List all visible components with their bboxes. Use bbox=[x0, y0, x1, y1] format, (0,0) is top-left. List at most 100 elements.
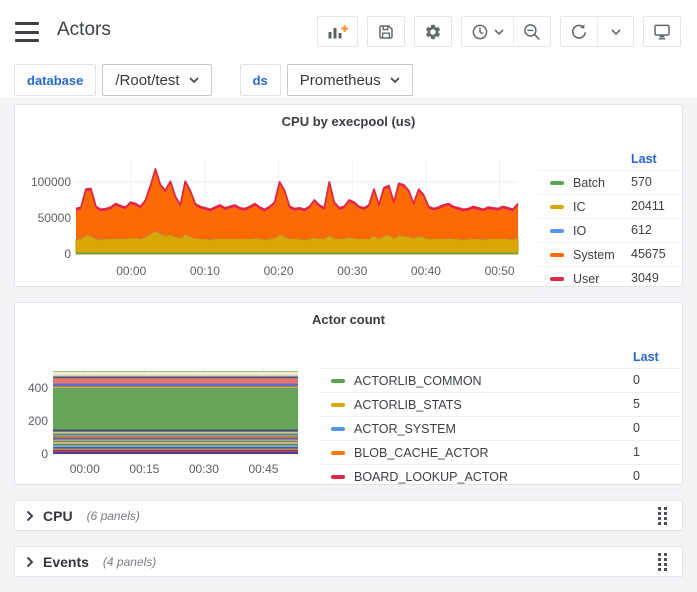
magnifier-minus-icon bbox=[523, 23, 541, 41]
variable-value-ds: Prometheus bbox=[300, 72, 381, 89]
dashboard-title: Actors bbox=[57, 19, 111, 41]
variable-label-ds: ds bbox=[240, 64, 281, 96]
row-drag-handle[interactable] bbox=[654, 549, 671, 575]
series-color-swatch bbox=[331, 427, 345, 431]
dashboard-row-cpu[interactable]: CPU (6 panels) bbox=[14, 500, 683, 531]
legend-row[interactable]: ACTORLIB_COMMON0 bbox=[319, 368, 681, 392]
series-last-value: 5 bbox=[633, 397, 640, 411]
chevron-down-icon bbox=[494, 29, 504, 35]
cycle-view-mode-button[interactable] bbox=[643, 16, 681, 47]
angle-right-icon bbox=[26, 556, 34, 568]
angle-right-icon bbox=[26, 510, 34, 522]
top-bar: Actors bbox=[0, 0, 697, 98]
panel-cpu-by-execpool: CPU by execpool (us) Last Batch 570 IC 20411… bbox=[14, 104, 683, 287]
actor-count-legend: LastACTORLIB_COMMON0ACTORLIB_STATS5ACTOR… bbox=[319, 347, 681, 489]
x-axis-tick-label: 00:40 bbox=[402, 264, 450, 278]
panel-title[interactable]: Actor count bbox=[15, 303, 682, 327]
row-panel-count: (4 panels) bbox=[103, 555, 156, 569]
series-name: IC bbox=[573, 200, 586, 214]
dashboard-settings-button[interactable] bbox=[414, 16, 452, 47]
legend-row[interactable]: IC 20411 bbox=[538, 194, 684, 218]
actor-count-chart-canvas[interactable] bbox=[15, 343, 335, 459]
series-name: System bbox=[573, 248, 615, 262]
series-name: ACTORLIB_STATS bbox=[354, 398, 462, 412]
series-color-swatch bbox=[550, 181, 564, 185]
legend-row[interactable]: Batch 570 bbox=[538, 170, 684, 194]
row-title: CPU bbox=[43, 508, 73, 524]
legend-row[interactable]: BLOB_CACHE_ACTOR 1 bbox=[319, 440, 681, 464]
series-last-value: 570 bbox=[631, 175, 652, 189]
dashboard-row-events[interactable]: Events (4 panels) bbox=[14, 546, 683, 577]
series-name: ACTOR_SYSTEM bbox=[354, 422, 456, 436]
panel-actor-count: Actor count LastACTORLIB_COMMON0ACTORLIB… bbox=[14, 302, 683, 485]
series-color-swatch bbox=[550, 229, 564, 233]
series-last-value: 612 bbox=[631, 223, 652, 237]
legend-row[interactable]: ACTORLIB_STATS 5 bbox=[319, 392, 681, 416]
y-axis-tick-label: 0 bbox=[15, 447, 48, 461]
y-axis-tick-label: 50000 bbox=[15, 211, 71, 225]
menu-hamburger-icon[interactable] bbox=[15, 22, 41, 42]
y-axis-tick-label: 100000 bbox=[15, 175, 71, 189]
series-name: IO bbox=[573, 224, 586, 238]
series-color-swatch bbox=[331, 403, 345, 407]
series-last-value: 20411 bbox=[631, 199, 665, 213]
series-last-value: 0 bbox=[633, 421, 640, 435]
gear-icon bbox=[424, 23, 442, 41]
time-range-picker-button[interactable] bbox=[462, 17, 513, 46]
legend-row[interactable]: ACTOR_SYSTEM 0 bbox=[319, 416, 681, 440]
x-axis-tick-label: 00:45 bbox=[239, 462, 287, 476]
add-panel-button[interactable] bbox=[317, 16, 358, 47]
panel-title[interactable]: CPU by execpool (us) bbox=[15, 105, 682, 129]
x-axis-tick-label: 00:10 bbox=[181, 264, 229, 278]
variable-value-database: /Root/test bbox=[115, 72, 179, 89]
time-controls-group bbox=[461, 16, 551, 47]
series-last-value: 0 bbox=[633, 469, 640, 483]
series-name: ACTORLIB_COMMON bbox=[354, 374, 482, 388]
row-drag-handle[interactable] bbox=[654, 503, 671, 529]
template-variables-bar: database /Root/test ds Prometheus bbox=[14, 64, 413, 96]
y-axis-tick-label: 400 bbox=[15, 381, 48, 395]
grafana-dashboard: Actors bbox=[0, 0, 697, 592]
legend-header-last[interactable]: Last bbox=[633, 350, 659, 364]
dashboard-toolbar bbox=[317, 16, 681, 47]
series-color-swatch bbox=[550, 253, 564, 257]
variable-picker-ds[interactable]: Prometheus bbox=[287, 64, 413, 96]
series-last-value: 3049 bbox=[631, 271, 659, 285]
series-color-swatch bbox=[331, 475, 345, 479]
refresh-interval-dropdown[interactable] bbox=[597, 17, 633, 46]
x-axis-tick-label: 00:15 bbox=[120, 462, 168, 476]
variable-picker-database[interactable]: /Root/test bbox=[102, 64, 211, 96]
series-color-swatch bbox=[550, 277, 564, 281]
save-dashboard-button[interactable] bbox=[367, 16, 405, 47]
legend-row[interactable]: System 45675 bbox=[538, 242, 684, 266]
series-last-value: 45675 bbox=[631, 247, 666, 261]
series-name: Batch bbox=[573, 176, 605, 190]
refresh-group bbox=[560, 16, 634, 47]
chevron-down-icon bbox=[189, 77, 199, 83]
x-axis-tick-label: 00:30 bbox=[328, 264, 376, 278]
legend-row[interactable]: User 3049 bbox=[538, 266, 684, 291]
variable-label-database: database bbox=[14, 64, 96, 96]
series-name: User bbox=[573, 272, 599, 286]
zoom-out-time-button[interactable] bbox=[513, 17, 550, 46]
x-axis-tick-label: 00:50 bbox=[476, 264, 524, 278]
x-axis-tick-label: 00:00 bbox=[107, 264, 155, 278]
cpu-execpool-legend: Last Batch 570 IC 20411 IO 612 System 45675 User 3… bbox=[538, 149, 684, 291]
circular-arrows-icon bbox=[570, 23, 588, 41]
bar-chart-plus-icon bbox=[327, 24, 348, 40]
cpu-execpool-chart-canvas[interactable] bbox=[15, 139, 535, 261]
row-title: Events bbox=[43, 554, 89, 570]
legend-row[interactable]: BOARD_LOOKUP_ACTOR 0 bbox=[319, 464, 681, 489]
legend-header-last[interactable]: Last bbox=[631, 152, 657, 166]
series-name: BLOB_CACHE_ACTOR bbox=[354, 446, 489, 460]
floppy-disk-icon bbox=[377, 23, 395, 41]
series-name: BOARD_LOOKUP_ACTOR bbox=[354, 470, 508, 484]
y-axis-tick-label: 200 bbox=[15, 414, 48, 428]
x-axis-tick-label: 00:20 bbox=[255, 264, 303, 278]
legend-row[interactable]: IO 612 bbox=[538, 218, 684, 242]
series-color-swatch bbox=[550, 205, 564, 209]
series-last-value: 1 bbox=[633, 445, 640, 459]
refresh-dashboard-button[interactable] bbox=[561, 17, 597, 46]
monitor-icon bbox=[653, 23, 671, 40]
series-color-swatch bbox=[331, 451, 345, 455]
